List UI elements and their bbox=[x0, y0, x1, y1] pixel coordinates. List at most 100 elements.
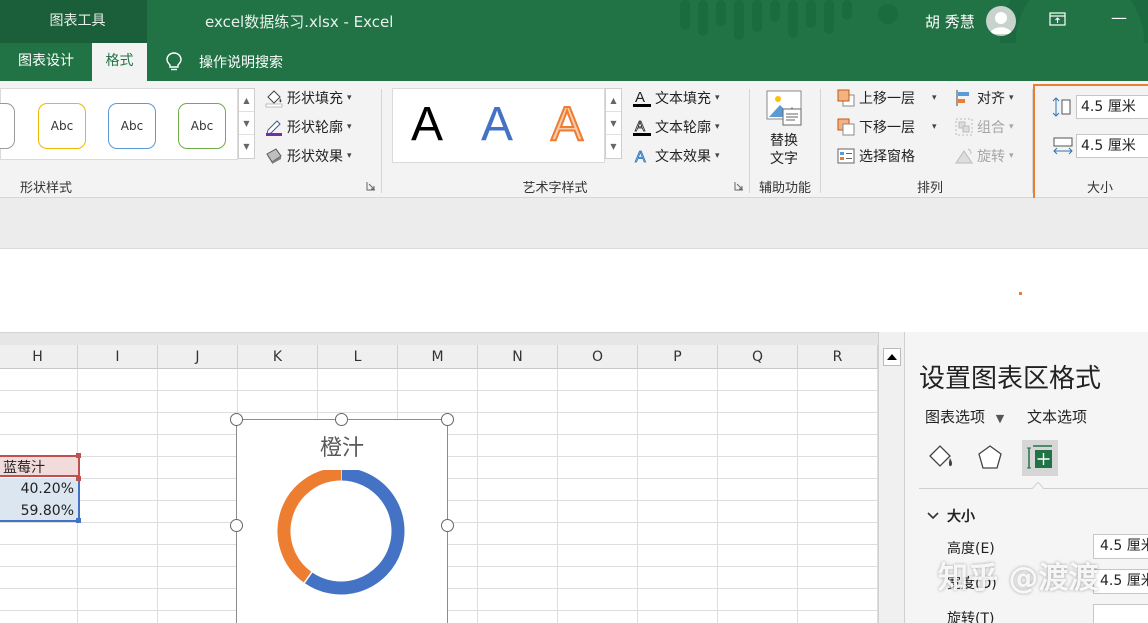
range-handle[interactable] bbox=[76, 453, 81, 458]
document-title: excel数据练习.xlsx - Excel bbox=[205, 13, 394, 31]
resize-handle-top-right[interactable] bbox=[441, 413, 454, 426]
text-outline-button[interactable]: A 文本轮廓 ▾ bbox=[632, 116, 720, 138]
text-effects-button[interactable]: A 文本效果 ▾ bbox=[632, 145, 720, 167]
range-handle[interactable] bbox=[76, 476, 81, 481]
rotate-label: 旋转 bbox=[977, 149, 1005, 165]
svg-text:A: A bbox=[635, 118, 645, 135]
range-handle[interactable] bbox=[76, 518, 81, 523]
resize-handle-left[interactable] bbox=[230, 519, 243, 532]
cell-value-2[interactable]: 59.80% bbox=[0, 500, 80, 522]
gallery-up-icon[interactable]: ▲ bbox=[606, 89, 621, 112]
wordart-styles-launcher-icon[interactable] bbox=[734, 181, 744, 191]
column-header-q[interactable]: Q bbox=[718, 345, 798, 369]
shape-effects-button[interactable]: 形状效果 ▾ bbox=[264, 145, 352, 167]
resize-handle-top[interactable] bbox=[335, 413, 348, 426]
chevron-down-icon: ▾ bbox=[347, 151, 352, 161]
user-name[interactable]: 胡 秀慧 bbox=[925, 11, 975, 32]
size-properties-icon bbox=[1027, 445, 1052, 469]
send-backward-button[interactable]: 下移一层 ▾ bbox=[836, 116, 937, 138]
gallery-up-icon[interactable]: ▲ bbox=[239, 89, 254, 112]
wordart-preset-black[interactable]: A bbox=[411, 97, 443, 153]
tab-format[interactable]: 格式 bbox=[92, 43, 147, 81]
shape-style-preset-3[interactable]: Abc bbox=[108, 103, 156, 149]
lightbulb-icon bbox=[166, 52, 182, 71]
fill-line-tab[interactable] bbox=[922, 440, 958, 476]
column-header-h[interactable]: H bbox=[0, 345, 78, 369]
cell-value-1[interactable]: 40.20% bbox=[0, 478, 80, 500]
minimize-button[interactable]: — bbox=[1107, 8, 1131, 28]
pen-outline-icon bbox=[264, 117, 284, 137]
avatar[interactable] bbox=[986, 6, 1016, 36]
gallery-more-icon[interactable]: ▼ bbox=[606, 135, 621, 158]
tell-me-search[interactable]: 操作说明搜索 bbox=[163, 43, 283, 81]
arrange-group-label: 排列 bbox=[916, 181, 943, 196]
doughnut-slice-1[interactable] bbox=[277, 470, 342, 583]
group-button[interactable]: 组合 ▾ bbox=[954, 116, 1014, 138]
shape-style-preset-1[interactable]: c bbox=[0, 103, 15, 149]
text-effects-label: 文本效果 bbox=[655, 149, 711, 165]
column-header-p[interactable]: P bbox=[638, 345, 718, 369]
shape-effects-icon bbox=[264, 146, 284, 166]
wordart-gallery-scroll[interactable]: ▲ ▼ ▼ bbox=[605, 88, 622, 159]
resize-handle-right[interactable] bbox=[441, 519, 454, 532]
gallery-more-icon[interactable]: ▼ bbox=[239, 135, 254, 158]
shape-fill-button[interactable]: 形状填充 ▾ bbox=[264, 87, 352, 109]
gallery-down-icon[interactable]: ▼ bbox=[606, 112, 621, 135]
resize-handle-top-left[interactable] bbox=[230, 413, 243, 426]
accessibility-group-label: 辅助功能 bbox=[758, 181, 811, 196]
selection-pane-button[interactable]: 选择窗格 bbox=[836, 145, 915, 167]
svg-text:A: A bbox=[635, 89, 645, 106]
wordart-preset-blue[interactable]: A bbox=[481, 97, 513, 153]
rotate-button[interactable]: 旋转 ▾ bbox=[954, 145, 1014, 167]
active-tab-pointer-icon bbox=[1032, 482, 1044, 489]
chart-area[interactable]: 橙汁 bbox=[236, 419, 448, 623]
gallery-down-icon[interactable]: ▼ bbox=[239, 112, 254, 135]
alt-text-button[interactable]: 替换 文字 bbox=[758, 89, 810, 169]
chevron-down-icon bbox=[927, 512, 939, 520]
rotate-input[interactable] bbox=[1093, 604, 1148, 623]
tab-chart-options[interactable]: 图表选项 ▼ bbox=[925, 406, 1004, 427]
align-button[interactable]: 对齐 ▾ bbox=[954, 87, 1014, 109]
bring-forward-button[interactable]: 上移一层 ▾ bbox=[836, 87, 937, 109]
chevron-down-icon: ▾ bbox=[1009, 93, 1014, 103]
shape-height-input[interactable]: 4.5 厘米 bbox=[1076, 95, 1148, 119]
doughnut-slice-2[interactable] bbox=[304, 470, 405, 595]
wordart-styles-gallery: A A A bbox=[392, 88, 605, 163]
gridline-vertical bbox=[477, 369, 478, 623]
shape-outline-button[interactable]: 形状轮廓 ▾ bbox=[264, 116, 352, 138]
column-header-k[interactable]: K bbox=[238, 345, 318, 369]
shape-styles-gallery-scroll[interactable]: ▲ ▼ ▼ bbox=[238, 88, 255, 159]
column-header-r[interactable]: R bbox=[798, 345, 878, 369]
paint-bucket-icon bbox=[929, 445, 953, 467]
column-header-i[interactable]: I bbox=[78, 345, 158, 369]
ribbon: c Abc Abc Abc ▲ ▼ ▼ 形状填充 ▾ 形状轮廓 ▾ 形状效果 bbox=[0, 81, 1148, 211]
effects-tab[interactable] bbox=[972, 440, 1008, 476]
shape-styles-launcher-icon[interactable] bbox=[366, 181, 376, 191]
shape-width-input[interactable]: 4.5 厘米 bbox=[1076, 134, 1148, 158]
text-fill-button[interactable]: A 文本填充 ▾ bbox=[632, 87, 720, 109]
shape-width-icon bbox=[1053, 137, 1073, 155]
height-input[interactable]: 4.5 厘米 bbox=[1093, 534, 1148, 559]
shape-effects-label: 形状效果 bbox=[287, 149, 343, 165]
column-header-o[interactable]: O bbox=[558, 345, 638, 369]
pane-title: 设置图表区格式 bbox=[919, 364, 1102, 394]
vertical-scrollbar[interactable] bbox=[878, 332, 904, 623]
ribbon-display-options-button[interactable] bbox=[1048, 10, 1068, 28]
column-header-j[interactable]: J bbox=[158, 345, 238, 369]
worksheet-grid[interactable]: HIJKLMNOPQR 蓝莓汁 40.20% 59.80% 橙汁 bbox=[0, 332, 878, 623]
section-size-header[interactable]: 大小 bbox=[927, 506, 975, 526]
tab-chart-design[interactable]: 图表设计 bbox=[0, 43, 92, 81]
column-header-m[interactable]: M bbox=[398, 345, 478, 369]
size-properties-tab[interactable] bbox=[1022, 440, 1058, 476]
cell-blueberry-header[interactable]: 蓝莓汁 bbox=[0, 455, 80, 477]
shape-style-preset-4[interactable]: Abc bbox=[178, 103, 226, 149]
column-header-l[interactable]: L bbox=[318, 345, 398, 369]
column-header-n[interactable]: N bbox=[478, 345, 558, 369]
wordart-preset-orange[interactable]: A bbox=[550, 97, 584, 153]
chart-title[interactable]: 橙汁 bbox=[237, 430, 447, 462]
tab-text-options[interactable]: 文本选项 bbox=[1027, 406, 1087, 427]
shape-styles-gallery: c Abc Abc Abc bbox=[0, 88, 238, 160]
width-input[interactable]: 4.5 厘米 bbox=[1093, 569, 1148, 594]
shape-style-preset-2[interactable]: Abc bbox=[38, 103, 86, 149]
scroll-up-button[interactable] bbox=[883, 348, 901, 366]
